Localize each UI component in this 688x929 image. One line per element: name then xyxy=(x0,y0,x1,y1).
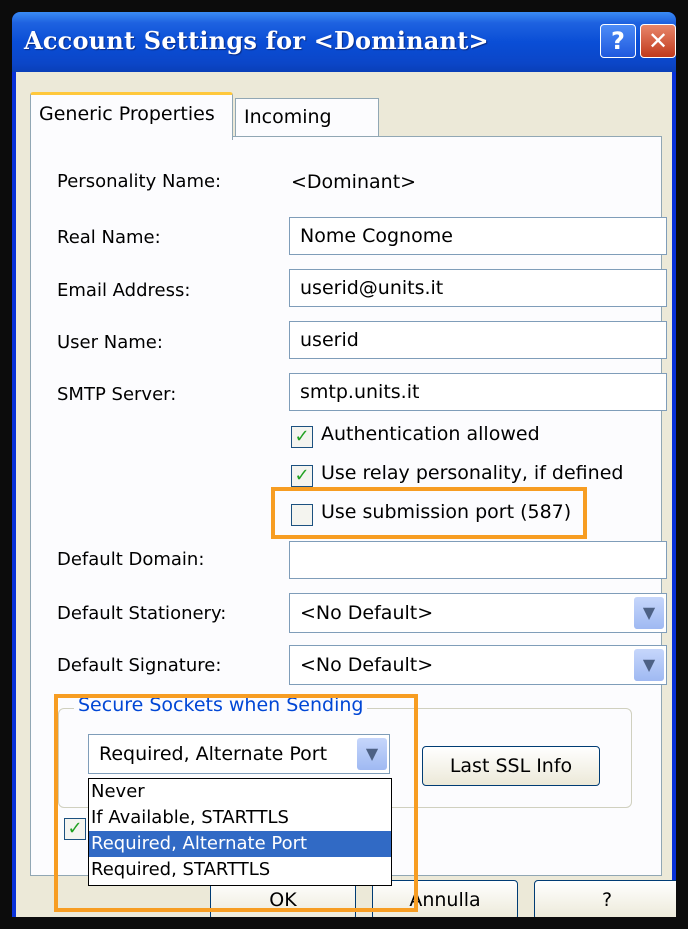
smtp-server-field[interactable]: smtp.units.it xyxy=(289,373,667,411)
default-domain-label: Default Domain: xyxy=(57,549,205,570)
real-name-field[interactable]: Nome Cognome xyxy=(289,217,667,255)
window-title: Account Settings for <Dominant> xyxy=(24,26,489,55)
tab-incoming-mail[interactable]: Incoming Mail xyxy=(235,98,379,164)
dialog-client: Generic Properties Incoming Mail Persona… xyxy=(16,72,676,917)
personality-name-label: Personality Name: xyxy=(57,171,222,192)
close-button[interactable]: ✕ xyxy=(640,24,676,58)
user-name-field[interactable]: userid xyxy=(289,321,667,359)
account-settings-window: Account Settings for <Dominant> ? ✕ Gene… xyxy=(12,12,676,917)
email-address-field[interactable]: userid@units.it xyxy=(289,269,667,307)
default-stationery-label: Default Stationery: xyxy=(57,603,227,624)
default-stationery-value: <No Default> xyxy=(300,602,434,624)
default-stationery-select[interactable]: <No Default> ▼ xyxy=(289,593,667,633)
authentication-checkbox[interactable]: ✓ xyxy=(291,426,313,448)
tab-generic-properties[interactable]: Generic Properties xyxy=(30,92,233,140)
secure-sockets-highlight xyxy=(54,694,418,912)
help-button[interactable]: ? xyxy=(534,880,676,917)
default-signature-select[interactable]: <No Default> ▼ xyxy=(289,645,667,685)
default-signature-value: <No Default> xyxy=(300,654,434,676)
user-name-label: User Name: xyxy=(57,332,163,353)
personality-name-value: <Dominant> xyxy=(291,171,417,193)
smtp-server-label: SMTP Server: xyxy=(57,384,177,405)
relay-personality-checkbox[interactable]: ✓ xyxy=(291,465,313,487)
real-name-label: Real Name: xyxy=(57,227,161,248)
relay-personality-label: Use relay personality, if defined xyxy=(321,462,624,484)
chevron-down-icon[interactable]: ▼ xyxy=(634,597,664,629)
submission-port-highlight xyxy=(271,487,587,539)
help-title-button[interactable]: ? xyxy=(600,24,636,58)
default-domain-field[interactable] xyxy=(289,541,667,579)
title-bar: Account Settings for <Dominant> ? ✕ xyxy=(12,12,676,72)
last-ssl-info-button[interactable]: Last SSL Info xyxy=(422,746,600,786)
chevron-down-icon[interactable]: ▼ xyxy=(634,649,664,681)
default-signature-label: Default Signature: xyxy=(57,655,222,676)
email-address-label: Email Address: xyxy=(57,280,191,301)
authentication-label: Authentication allowed xyxy=(321,423,540,445)
